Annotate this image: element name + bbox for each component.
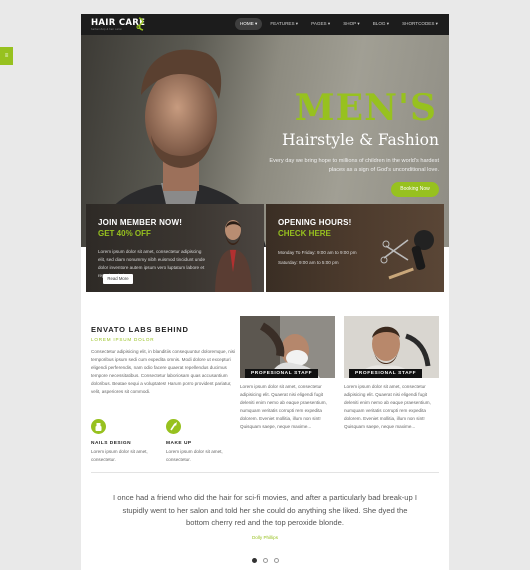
staff-text: Lorem ipsum dolor sit amet, consectetur …	[344, 384, 431, 429]
staff-card: PROFESIONAL STAFF Lorem ipsum dolor sit …	[344, 316, 439, 431]
page-container: HAIR CARE barbershop & hair salon HOME ▾…	[81, 14, 449, 570]
slider-dot-1[interactable]	[251, 558, 257, 563]
main-nav: HOME ▾ FEATURES ▾ PAGES ▾ SHOP ▾ BLOG ▾ …	[234, 18, 443, 30]
testimonial-pagination	[81, 558, 449, 563]
staff-label: PROFESIONAL STAFF	[245, 369, 319, 378]
hero-title: MEN'S	[294, 87, 437, 129]
barber-tools-image	[380, 230, 434, 280]
section-divider	[91, 472, 439, 473]
feature-text: Lorem ipsum dolor sit amet, consectetur.	[91, 449, 148, 462]
feature-title: MAKE UP	[166, 441, 192, 446]
bearded-man-image	[215, 220, 252, 292]
makeup-brush-icon	[166, 419, 181, 434]
staff-card: PROFESIONAL STAFF Lorem ipsum dolor sit …	[240, 316, 335, 431]
top-navigation-bar: HAIR CARE barbershop & hair salon HOME ▾…	[81, 14, 449, 35]
logo-tagline: barbershop & hair salon	[91, 28, 123, 31]
nav-item-shop[interactable]: SHOP ▾	[338, 18, 365, 30]
slider-dot-2[interactable]	[262, 558, 268, 563]
nav-item-features[interactable]: FEATURES ▾	[265, 18, 303, 30]
nail-polish-icon	[91, 419, 106, 434]
staff-label: PROFESIONAL STAFF	[349, 369, 423, 378]
read-more-button[interactable]: Read More	[103, 274, 133, 284]
slider-dot-3[interactable]	[273, 558, 279, 563]
hero-subtitle: Hairstyle & Fashion	[282, 131, 439, 149]
join-member-card: JOIN MEMBER NOW! GET 40% OFF Lorem ipsum…	[86, 204, 264, 292]
hero-description: Every day we bring hope to millions of c…	[269, 158, 439, 173]
about-text: Consectetur adipisicing elit, in blandit…	[91, 349, 236, 394]
nav-item-shortcodes[interactable]: SHORTCODES ▾	[397, 18, 443, 30]
staff-text: Lorem ipsum dolor sit amet, consectetur …	[240, 384, 327, 429]
promo-member-title: JOIN MEMBER NOW!	[98, 218, 183, 227]
about-title: ENVATO LABS BEHIND	[91, 325, 189, 334]
staff-photo[interactable]: PROFESIONAL STAFF	[344, 316, 439, 378]
testimonial-author: Dolly Phillips	[251, 535, 279, 540]
opening-hours-list: Monday To Friday: 9:00 am to 9:00 pm Sat…	[278, 248, 357, 268]
opening-hours-card: OPENING HOURS! CHECK HERE Monday To Frid…	[266, 204, 444, 292]
booking-now-button[interactable]: Booking Now	[391, 182, 439, 197]
testimonial-quote: I once had a friend who did the hair for…	[113, 493, 417, 527]
nav-item-home[interactable]: HOME ▾	[234, 18, 263, 30]
scissors-logo-icon	[136, 17, 144, 31]
nav-item-blog[interactable]: BLOG ▾	[368, 18, 394, 30]
hours-weekdays: Monday To Friday: 9:00 am to 9:00 pm	[278, 250, 357, 255]
feature-nails: NAILS DESIGN Lorem ipsum dolor sit amet,…	[91, 419, 166, 463]
side-panel-toggle[interactable]: ≡	[0, 47, 13, 65]
promo-member-subtitle: GET 40% OFF	[98, 229, 151, 238]
nav-item-pages[interactable]: PAGES ▾	[306, 18, 335, 30]
staff-photo[interactable]: PROFESIONAL STAFF	[240, 316, 335, 378]
about-subtitle: LOREM IPSUM DOLOR	[91, 337, 155, 342]
feature-text: Lorem ipsum dolor sit amet, consectetur.	[166, 449, 223, 462]
hours-saturday: Saturday: 9:00 am to 5:00 pm	[278, 260, 339, 265]
feature-makeup: MAKE UP Lorem ipsum dolor sit amet, cons…	[166, 419, 241, 463]
promo-hours-subtitle: CHECK HERE	[278, 229, 331, 238]
promo-hours-title: OPENING HOURS!	[278, 218, 352, 227]
feature-title: NAILS DESIGN	[91, 441, 132, 446]
